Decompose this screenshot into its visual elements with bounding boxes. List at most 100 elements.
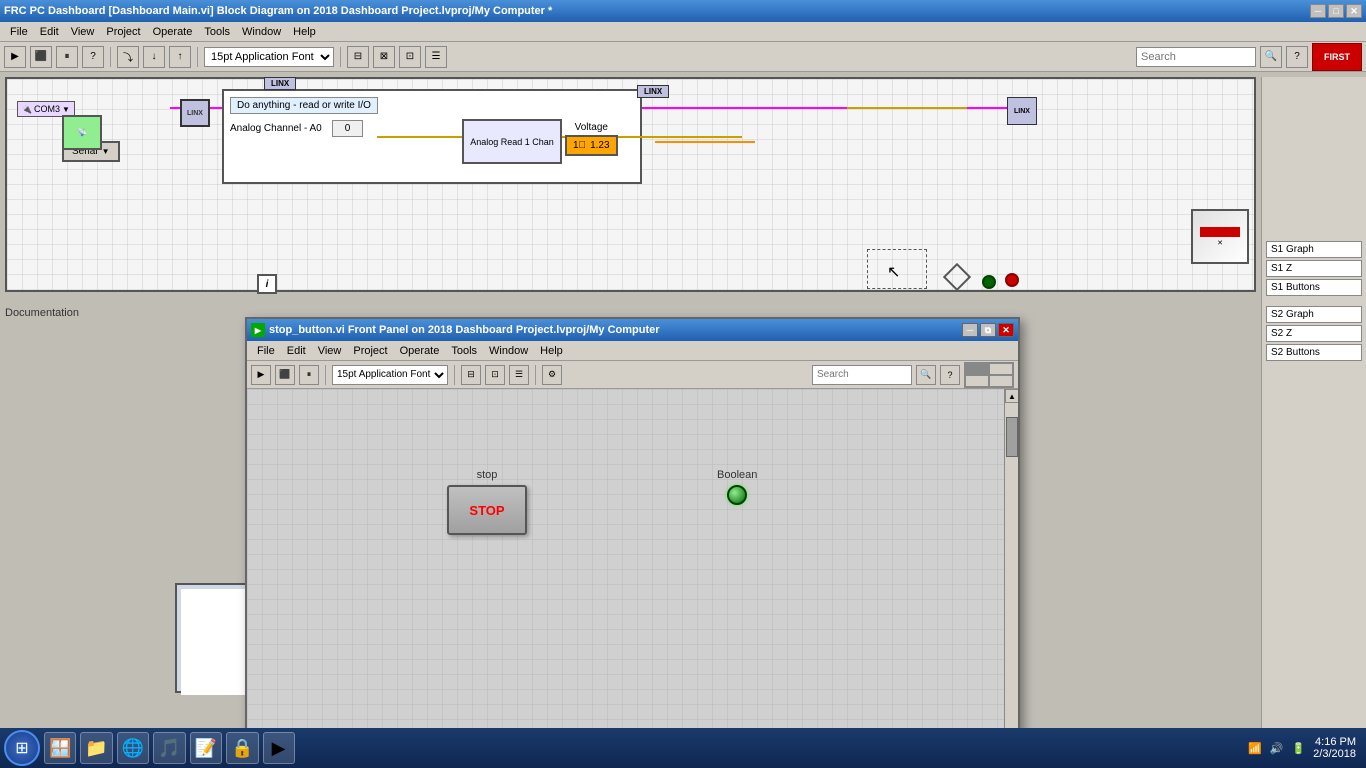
close-button[interactable]: ✕ — [1346, 4, 1362, 18]
window-controls: ─ □ ✕ — [1310, 4, 1362, 18]
inner-extra-btn[interactable]: ⚙ — [542, 365, 562, 385]
inner-sep1 — [325, 365, 326, 385]
sidebar-gap — [1266, 298, 1362, 306]
maximize-button[interactable]: □ — [1328, 4, 1344, 18]
voltage-block: Voltage 1⃣ 1.23 — [565, 122, 618, 156]
inner-restore[interactable]: ⧉ — [980, 323, 996, 337]
inner-menu-file[interactable]: File — [251, 343, 281, 359]
select-node — [943, 263, 971, 291]
search-button[interactable]: 🔍 — [1260, 46, 1282, 68]
inner-menu-operate[interactable]: Operate — [394, 343, 446, 359]
menu-help[interactable]: Help — [287, 24, 322, 40]
menu-window[interactable]: Window — [236, 24, 287, 40]
taskbar-browser[interactable]: 🌐 — [117, 732, 149, 764]
voltage-label: Voltage — [565, 122, 618, 133]
run-arrow-btn[interactable]: ▶ — [4, 46, 26, 68]
info-node: i — [257, 274, 277, 294]
inner-menu-view[interactable]: View — [312, 343, 348, 359]
inner-search-input[interactable] — [812, 365, 912, 385]
clock: 4:16 PM 2/3/2018 — [1313, 736, 1356, 760]
sidebar-s2-buttons[interactable]: S2 Buttons — [1266, 344, 1362, 361]
stop-all-btn[interactable]: ⬛ — [30, 46, 52, 68]
inner-run-btn[interactable]: ▶ — [251, 365, 271, 385]
taskbar-explorer[interactable]: 🪟 — [44, 732, 76, 764]
menu-tools[interactable]: Tools — [198, 24, 236, 40]
sep1 — [110, 47, 111, 67]
inner-title-bar: ▶ stop_button.vi Front Panel on 2018 Das… — [247, 319, 1018, 341]
inner-window: ▶ stop_button.vi Front Panel on 2018 Das… — [245, 317, 1020, 738]
security-icon: 🔒 — [231, 738, 253, 759]
inner-align-btn[interactable]: ⊟ — [461, 365, 481, 385]
inner-pause-btn[interactable]: ⏸ — [299, 365, 319, 385]
inner-minimize[interactable]: ─ — [962, 323, 978, 337]
stop-button[interactable]: STOP — [447, 485, 527, 535]
menu-file[interactable]: File — [4, 24, 34, 40]
sidebar-s1-z[interactable]: S1 Z — [1266, 260, 1362, 277]
windows-logo: ⊞ — [15, 738, 28, 758]
inner-reorder-btn[interactable]: ☰ — [509, 365, 529, 385]
step-over-btn[interactable]: ⤵ — [117, 46, 139, 68]
inner-menu-edit[interactable]: Edit — [281, 343, 312, 359]
inner-close[interactable]: ✕ — [998, 323, 1014, 337]
inner-stop-btn[interactable]: ⬛ — [275, 365, 295, 385]
stop-icon — [1005, 273, 1019, 287]
taskbar-labview[interactable]: ▶ — [263, 732, 295, 764]
inner-help-btn[interactable]: ? — [940, 365, 960, 385]
inner-menu-bar: File Edit View Project Operate Tools Win… — [247, 341, 1018, 361]
wire-orange1 — [655, 141, 755, 143]
scroll-thumb[interactable] — [1006, 417, 1018, 457]
serial-icon-block: 📡 — [62, 115, 102, 150]
toolbar: ▶ ⬛ ⏸ ? ⤵ ↓ ↑ 15pt Application Font ⊟ ⊠ … — [0, 42, 1366, 72]
volume-icon: 🔊 — [1270, 742, 1284, 755]
taskbar-notepad[interactable]: 📝 — [190, 732, 222, 764]
battery-icon: 🔋 — [1291, 742, 1305, 755]
pause-btn[interactable]: ⏸ — [56, 46, 78, 68]
step-into-btn[interactable]: ↓ — [143, 46, 165, 68]
context-help-btn[interactable]: ? — [82, 46, 104, 68]
start-button[interactable]: ⊞ — [4, 730, 40, 766]
search-input[interactable] — [1136, 47, 1256, 67]
menu-operate[interactable]: Operate — [147, 24, 199, 40]
taskbar-security[interactable]: 🔒 — [226, 732, 258, 764]
inner-menu-help[interactable]: Help — [534, 343, 569, 359]
inner-resize-btn[interactable]: ⊡ — [485, 365, 505, 385]
font-dropdown[interactable]: 15pt Application Font — [204, 47, 334, 67]
linx-block-right: LINX — [1007, 97, 1037, 125]
help-btn[interactable]: ? — [1286, 46, 1308, 68]
inner-panel: stop STOP Boolean ▲ ▼ — [247, 389, 1018, 738]
minimize-button[interactable]: ─ — [1310, 4, 1326, 18]
inner-search-btn[interactable]: 🔍 — [916, 365, 936, 385]
distribute-btn[interactable]: ⊠ — [373, 46, 395, 68]
inner-sep3 — [535, 365, 536, 385]
taskbar-media[interactable]: 🎵 — [153, 732, 185, 764]
sidebar-s2-z[interactable]: S2 Z — [1266, 325, 1362, 342]
first-logo: FIRST — [1312, 43, 1362, 71]
notepad-icon: 📝 — [195, 738, 217, 759]
inner-menu-window[interactable]: Window — [483, 343, 534, 359]
menu-view[interactable]: View — [65, 24, 101, 40]
align-btn[interactable]: ⊟ — [347, 46, 369, 68]
reorder-btn[interactable]: ☰ — [425, 46, 447, 68]
inner-scrollbar-v[interactable]: ▲ ▼ — [1004, 389, 1018, 738]
sidebar-s1-graph[interactable]: S1 Graph — [1266, 241, 1362, 258]
right-vi-icon: ✕ — [1191, 209, 1249, 264]
inner-menu-project[interactable]: Project — [347, 343, 393, 359]
menu-project[interactable]: Project — [100, 24, 146, 40]
resize-btn[interactable]: ⊡ — [399, 46, 421, 68]
inner-menu-tools[interactable]: Tools — [445, 343, 483, 359]
step-out-btn[interactable]: ↑ — [169, 46, 191, 68]
sidebar-s1-buttons[interactable]: S1 Buttons — [1266, 279, 1362, 296]
inner-title-icon: ▶ — [251, 323, 265, 337]
do-anything-label: Do anything - read or write I/O — [230, 97, 378, 114]
menu-edit[interactable]: Edit — [34, 24, 65, 40]
inner-font-dropdown[interactable]: 15pt Application Font — [332, 365, 448, 385]
block-diagram[interactable]: LINX 🔌 COM3 ▼ Serial ▼ 📡 LINX Do anythin… — [5, 77, 1256, 292]
inner-title-buttons: ─ ⧉ ✕ — [962, 323, 1014, 337]
folder-icon: 📁 — [85, 738, 107, 759]
sidebar-s2-graph[interactable]: S2 Graph — [1266, 306, 1362, 323]
stop-button-container: stop STOP — [447, 469, 527, 535]
taskbar-folder[interactable]: 📁 — [80, 732, 112, 764]
scroll-up-btn[interactable]: ▲ — [1005, 389, 1018, 403]
title-text: FRC PC Dashboard [Dashboard Main.vi] Blo… — [4, 5, 552, 17]
explorer-icon: 🪟 — [49, 738, 71, 759]
